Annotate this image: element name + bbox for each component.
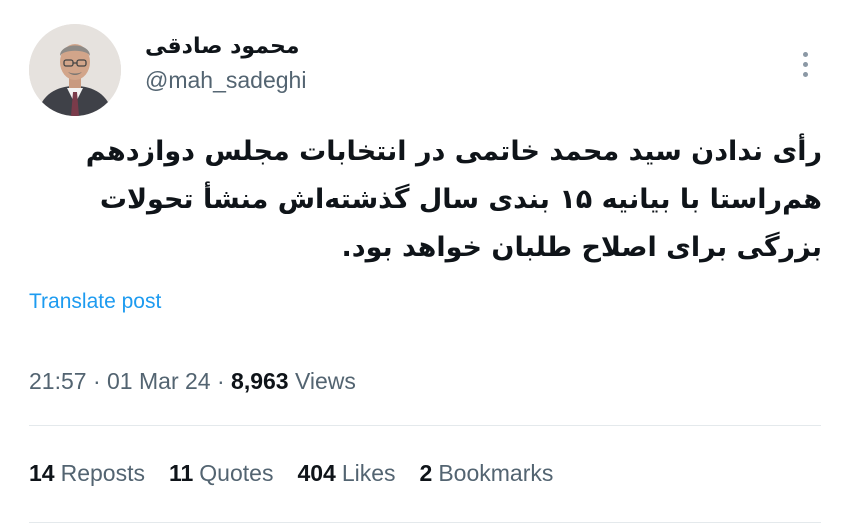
more-vertical-icon-dot-3 — [802, 71, 808, 77]
likes-count: 404 — [297, 460, 336, 486]
tweet-header: محمود صادقی @mah_sadeghi — [29, 24, 829, 116]
reposts-stat[interactable]: 14 Reposts — [29, 460, 145, 487]
views-label: Views — [294, 368, 356, 394]
divider — [29, 425, 821, 426]
quotes-label: Quotes — [199, 460, 274, 486]
likes-label: Likes — [341, 460, 396, 486]
post-text: رأی ندادن سید محمد خاتمی در انتخابات مجل… — [85, 136, 822, 263]
quotes-stat[interactable]: 11 Quotes — [169, 460, 273, 487]
bookmarks-count: 2 — [419, 460, 433, 486]
post-time[interactable]: 21:57 — [29, 368, 87, 394]
meta-separator: · — [92, 368, 101, 394]
avatar-image — [29, 24, 121, 116]
translate-post-link[interactable]: Translate post — [29, 290, 161, 314]
more-vertical-icon — [802, 51, 808, 57]
post-date[interactable]: 01 Mar 24 — [107, 368, 211, 394]
more-options-button[interactable] — [795, 44, 815, 84]
views-count: 8,963 — [231, 368, 289, 394]
avatar[interactable] — [29, 24, 121, 116]
more-vertical-icon-dot-2 — [802, 61, 808, 67]
engagement-stats: 14 Reposts 11 Quotes 404 Likes 2 Bookmarks — [29, 460, 553, 487]
author-block: محمود صادقی @mah_sadeghi — [145, 34, 306, 94]
divider — [29, 522, 821, 523]
bookmarks-label: Bookmarks — [438, 460, 554, 486]
meta-separator: · — [216, 368, 225, 394]
post-meta: 21:57 · 01 Mar 24 · 8,963 Views — [29, 368, 356, 395]
bookmarks-stat[interactable]: 2 Bookmarks — [420, 460, 554, 487]
reposts-count: 14 — [29, 460, 55, 486]
quotes-count: 11 — [168, 460, 194, 486]
author-handle[interactable]: @mah_sadeghi — [145, 67, 306, 94]
tweet-detail: محمود صادقی @mah_sadeghi رأی ندادن سید م… — [0, 0, 850, 530]
author-display-name[interactable]: محمود صادقی — [145, 34, 306, 59]
reposts-label: Reposts — [60, 460, 145, 486]
likes-stat[interactable]: 404 Likes — [297, 460, 395, 487]
